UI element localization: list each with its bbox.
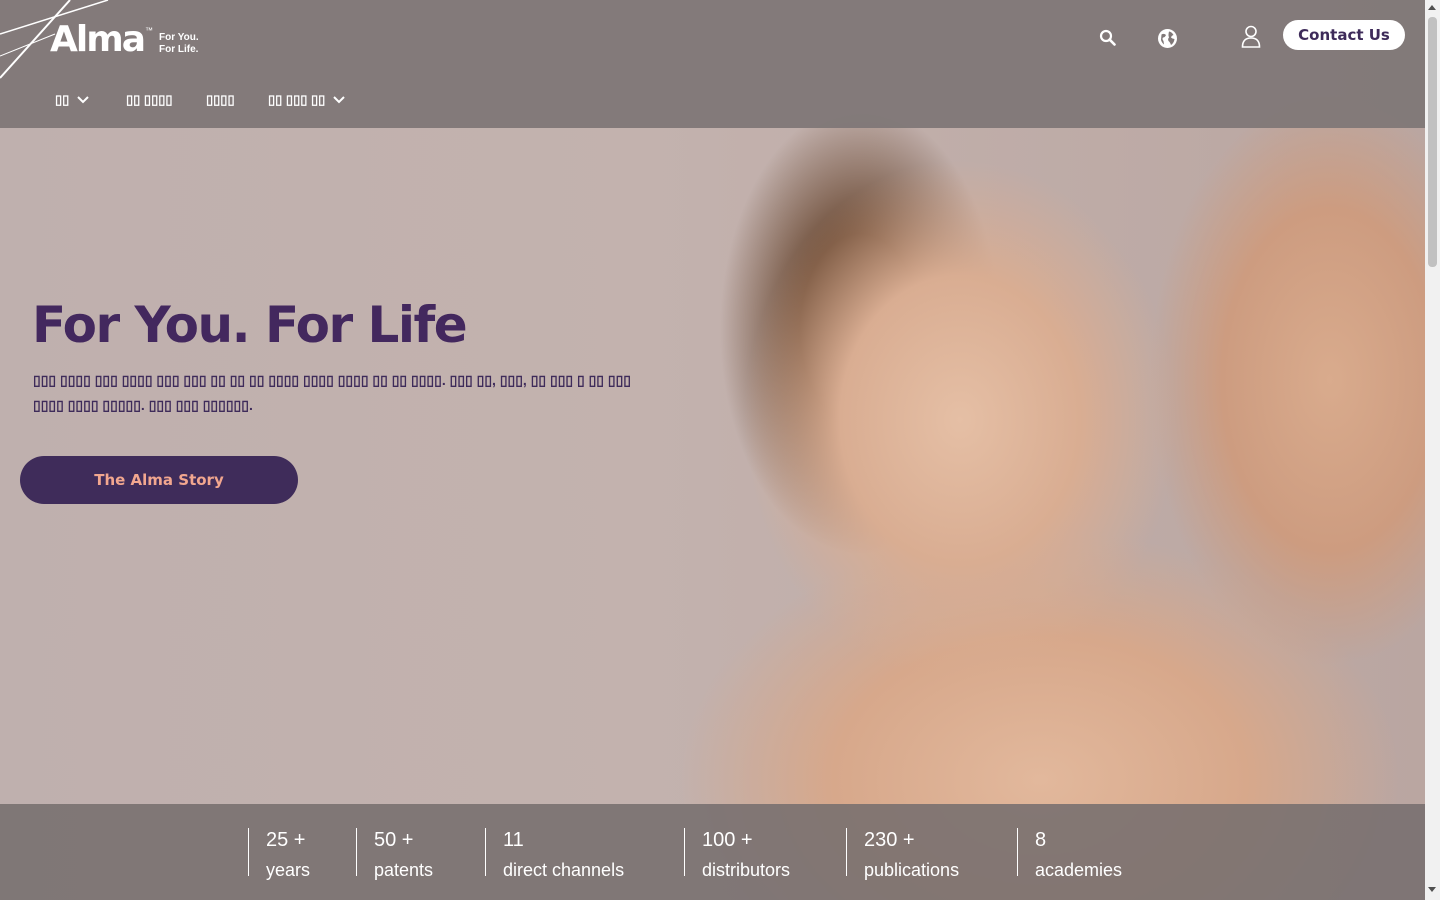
nav-item-label: ▯▯ ▯▯▯▯ — [126, 92, 173, 107]
stat-number: 8 — [1035, 829, 1047, 851]
scroll-up-arrow[interactable] — [1428, 5, 1436, 10]
nav-item-label: ▯▯ — [55, 92, 70, 107]
stat-label: direct channels — [503, 860, 625, 880]
alma-story-button[interactable]: The Alma Story — [20, 456, 298, 504]
contact-us-button[interactable]: Contact Us — [1283, 20, 1405, 50]
nav-item-label: ▯▯▯▯ — [206, 92, 235, 107]
stat-label: years — [266, 860, 311, 880]
search-icon — [1099, 29, 1116, 46]
account-button[interactable] — [1240, 24, 1262, 48]
stat-label: distributors — [702, 860, 791, 880]
search-button[interactable] — [1095, 26, 1119, 48]
chevron-down-icon — [333, 96, 346, 104]
stat-label: patents — [374, 860, 434, 880]
scroll-down-arrow[interactable] — [1428, 887, 1436, 892]
stat-item: 230 + publications — [846, 828, 959, 880]
stat-item: 100 + distributors — [684, 828, 790, 880]
logo-tagline-line1: For You. — [159, 32, 199, 43]
logo-tagline: For You. For Life. — [159, 32, 199, 56]
nav-item-label: ▯▯ ▯▯▯ ▯▯ — [268, 92, 326, 107]
hero-title: For You. For Life — [32, 296, 468, 354]
stat-label: academies — [1035, 860, 1123, 880]
hero-description: ▯▯▯ ▯▯▯▯ ▯▯▯ ▯▯▯▯ ▯▯▯ ▯▯▯ ▯▯ ▯▯ ▯▯ ▯▯▯▯ … — [33, 372, 632, 413]
stat-item: 8 academies — [1017, 828, 1122, 880]
stat-number: 100 + — [702, 829, 753, 851]
stat-item: 50 + patents — [356, 828, 433, 880]
nav-item-2[interactable]: ▯▯ ▯▯▯▯ — [126, 90, 173, 110]
stat-number: 50 + — [374, 829, 414, 851]
logo-trademark: ™ — [145, 26, 154, 35]
stat-item: 25 + years — [248, 828, 310, 880]
site-header: Alma ™ For You. For Life. Contact Us ▯▯ … — [0, 0, 1425, 128]
nav-item-4[interactable]: ▯▯ ▯▯▯ ▯▯ — [268, 90, 346, 110]
nav-item-3[interactable]: ▯▯▯▯ — [206, 90, 235, 110]
nav-item-1[interactable]: ▯▯ — [55, 90, 90, 110]
scrollbar-thumb[interactable] — [1428, 17, 1437, 267]
stat-number: 25 + — [266, 829, 306, 851]
page-root: Alma ™ For You. For Life. Contact Us ▯▯ … — [0, 0, 1425, 900]
globe-icon — [1157, 28, 1177, 48]
stats-bar: 25 + years 50 + patents 11 direct channe… — [0, 804, 1425, 900]
logo-tagline-line2: For Life. — [159, 44, 199, 55]
stat-item: 11 direct channels — [485, 828, 624, 880]
stat-label: publications — [864, 860, 960, 880]
stat-number: 230 + — [864, 829, 915, 851]
chevron-down-icon — [77, 96, 90, 104]
stat-number: 11 — [503, 829, 524, 851]
language-button[interactable] — [1155, 26, 1179, 50]
alma-logo[interactable]: Alma ™ For You. For Life. — [50, 18, 199, 62]
user-icon — [1241, 25, 1261, 48]
logo-wordmark: Alma — [50, 19, 146, 60]
vertical-scrollbar[interactable] — [1425, 0, 1440, 900]
